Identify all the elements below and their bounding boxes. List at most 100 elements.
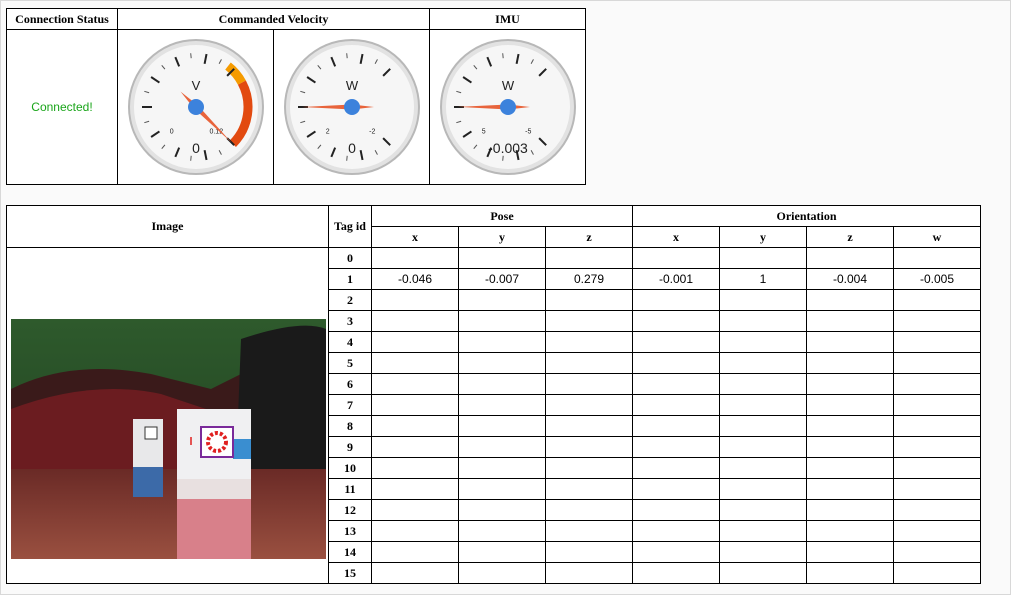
value-cell	[893, 520, 981, 542]
value-cell	[719, 436, 807, 458]
value-cell	[545, 562, 633, 584]
value-cell	[371, 247, 459, 269]
value-cell: -0.005	[893, 268, 981, 290]
value-cell	[545, 352, 633, 374]
imu-header: IMU	[429, 8, 586, 30]
value-cell	[719, 289, 807, 311]
value-cell	[893, 415, 981, 437]
value-cell	[458, 457, 546, 479]
value-cell	[719, 352, 807, 374]
camera-image	[11, 318, 326, 559]
value-cell	[893, 394, 981, 416]
tag-id-cell: 7	[328, 394, 372, 416]
value-cell	[371, 478, 459, 500]
value-cell	[893, 352, 981, 374]
value-cell	[371, 541, 459, 563]
gauge-min-label: 0	[169, 128, 173, 135]
value-cell	[893, 436, 981, 458]
gauge-min-label: 2	[325, 128, 329, 135]
value-cell	[632, 352, 720, 374]
value-cell: 0.279	[545, 268, 633, 290]
value-cell	[371, 310, 459, 332]
value-cell: -0.004	[806, 268, 894, 290]
value-cell	[632, 478, 720, 500]
value-cell	[371, 457, 459, 479]
value-cell	[719, 520, 807, 542]
pose-col-x: x	[371, 226, 459, 248]
value-cell	[893, 541, 981, 563]
gauge-imu: W 5 -5 -0.003	[429, 29, 586, 185]
value-cell	[806, 394, 894, 416]
value-cell	[545, 541, 633, 563]
value-cell	[545, 457, 633, 479]
connection-status-cell: Connected!	[6, 29, 118, 185]
value-cell	[719, 562, 807, 584]
orientation-header: Orientation	[632, 205, 981, 227]
value-cell	[371, 331, 459, 353]
value-cell	[893, 331, 981, 353]
value-cell	[458, 394, 546, 416]
value-cell	[545, 310, 633, 332]
tag-id-cell: 12	[328, 499, 372, 521]
tag-id-cell: 6	[328, 373, 372, 395]
value-cell	[458, 562, 546, 584]
image-header: Image	[6, 205, 329, 248]
value-cell	[371, 520, 459, 542]
gauge-hub	[499, 99, 516, 115]
value-cell	[458, 436, 546, 458]
status-panel: Connection Status Commanded Velocity IMU…	[6, 8, 586, 185]
value-cell	[371, 499, 459, 521]
value-cell	[806, 436, 894, 458]
value-cell	[719, 394, 807, 416]
tag-id-cell: 8	[328, 415, 372, 437]
value-cell	[893, 289, 981, 311]
value-cell	[545, 520, 633, 542]
orientation-col-y: y	[719, 226, 807, 248]
gauge-hub	[187, 99, 204, 115]
gauge-dial: W 2 -2 0	[283, 39, 420, 175]
value-cell	[458, 520, 546, 542]
tag-id-cell: 3	[328, 310, 372, 332]
value-cell	[632, 310, 720, 332]
value-cell	[632, 457, 720, 479]
value-cell	[458, 415, 546, 437]
value-cell	[632, 331, 720, 353]
gauge-value: -0.003	[488, 140, 528, 156]
value-cell	[806, 499, 894, 521]
value-cell	[545, 478, 633, 500]
value-cell	[632, 520, 720, 542]
orientation-col-w: w	[893, 226, 981, 248]
value-cell	[458, 331, 546, 353]
value-cell	[719, 373, 807, 395]
value-cell	[806, 478, 894, 500]
tag-id-cell: 0	[328, 247, 372, 269]
value-cell	[806, 457, 894, 479]
value-cell	[545, 373, 633, 395]
value-cell	[545, 331, 633, 353]
gauge-label: V	[191, 78, 200, 93]
value-cell	[893, 457, 981, 479]
value-cell	[632, 415, 720, 437]
gauge-value: 0	[348, 140, 356, 156]
commanded-velocity-header: Commanded Velocity	[117, 8, 430, 30]
value-cell	[545, 247, 633, 269]
pose-header: Pose	[371, 205, 633, 227]
value-cell	[719, 457, 807, 479]
tag-id-cell: 9	[328, 436, 372, 458]
orientation-col-x: x	[632, 226, 720, 248]
value-cell	[371, 289, 459, 311]
value-cell	[719, 541, 807, 563]
value-cell	[806, 541, 894, 563]
value-cell	[806, 331, 894, 353]
value-cell	[632, 289, 720, 311]
value-cell	[806, 373, 894, 395]
value-cell	[458, 247, 546, 269]
value-cell	[806, 415, 894, 437]
gauge-label: W	[501, 78, 514, 93]
value-cell	[371, 352, 459, 374]
value-cell	[632, 562, 720, 584]
tag-id-cell: 4	[328, 331, 372, 353]
value-cell	[545, 289, 633, 311]
value-cell	[806, 310, 894, 332]
gauge-value: 0	[192, 140, 200, 156]
